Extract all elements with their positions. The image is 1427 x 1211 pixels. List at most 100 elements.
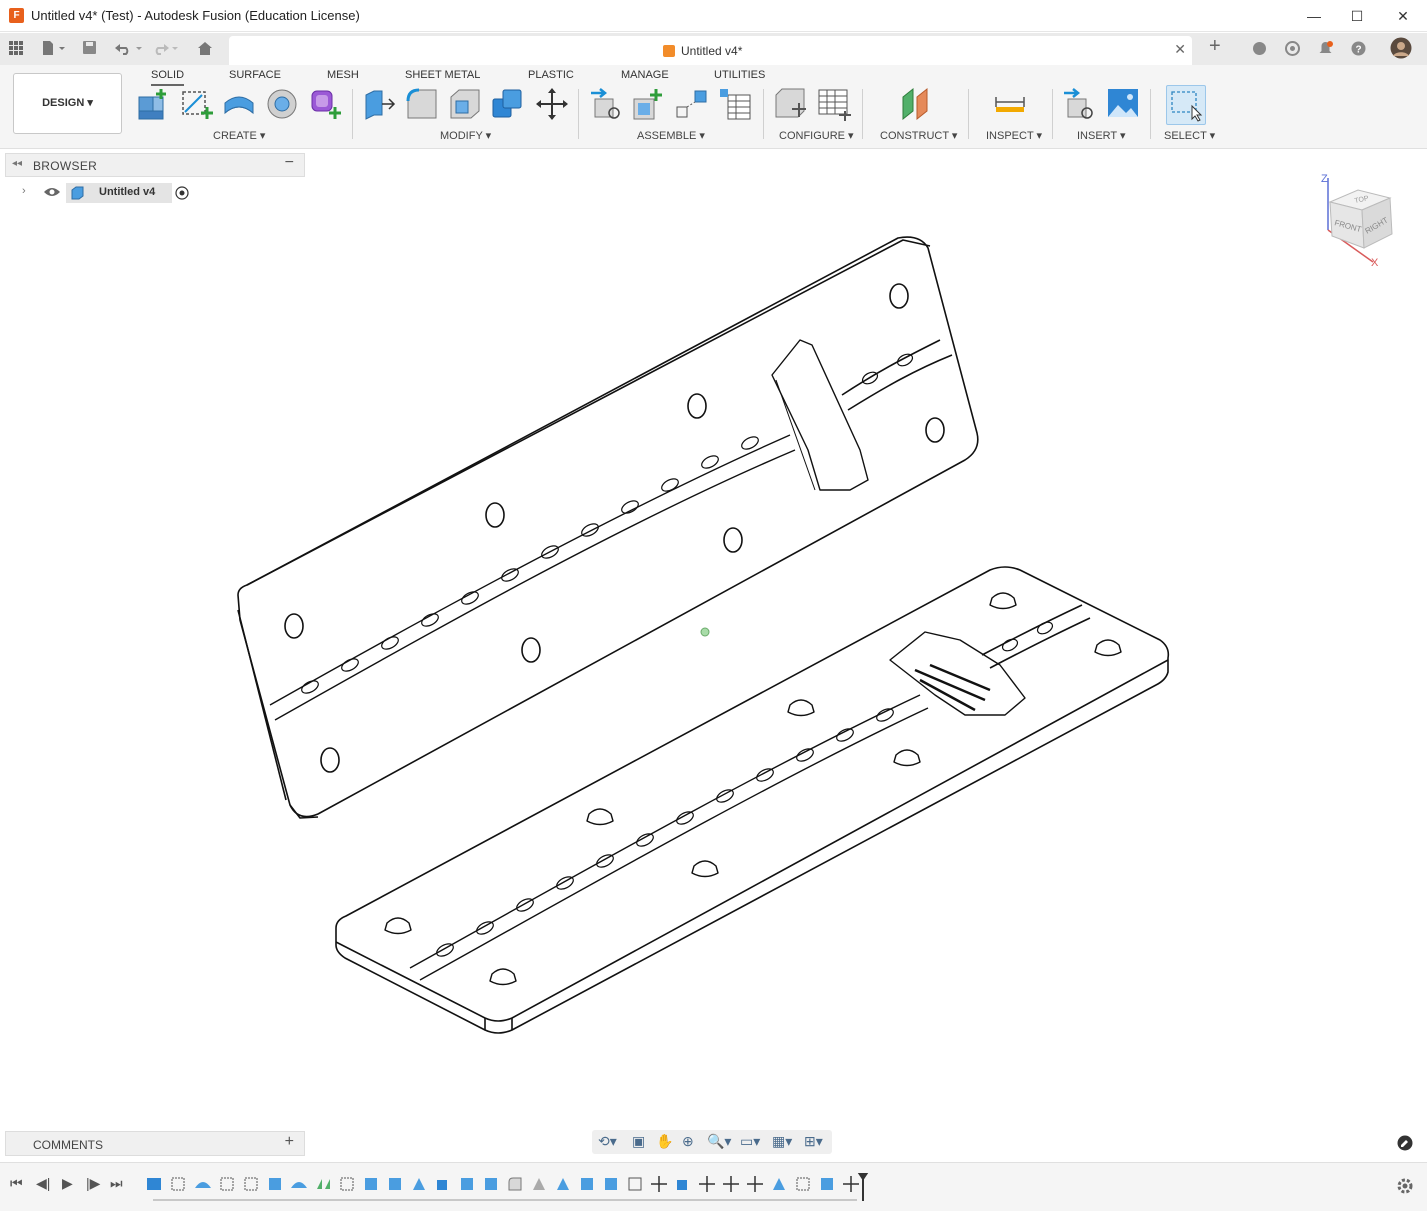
timeline-feature-icons[interactable] — [147, 1176, 859, 1192]
feature-body-icon[interactable] — [605, 1178, 617, 1190]
create-form-icon[interactable] — [308, 87, 342, 121]
tab-surface[interactable]: SURFACE — [229, 69, 281, 81]
feature-combine-icon[interactable] — [677, 1180, 687, 1190]
create-group-label[interactable]: CREATE ▾ — [213, 129, 265, 142]
configure-group-label[interactable]: CONFIGURE ▾ — [779, 129, 854, 142]
redo-icon[interactable] — [152, 40, 182, 56]
revolve-icon[interactable] — [265, 87, 299, 121]
orbit-icon[interactable]: ⟲▾ — [598, 1133, 617, 1150]
go-to-end-icon[interactable]: ⏭ — [110, 1175, 123, 1192]
combine-icon[interactable] — [491, 87, 525, 121]
tab-plastic[interactable]: PLASTIC — [528, 69, 574, 81]
notifications-icon[interactable] — [1318, 41, 1333, 56]
assemble-group-label[interactable]: ASSEMBLE ▾ — [637, 129, 705, 142]
offset-plane-icon[interactable] — [899, 87, 933, 121]
tab-sheet-metal[interactable]: SHEET METAL — [405, 69, 480, 81]
view-cube[interactable]: Z X TOP FRONT RIGHT — [1318, 170, 1408, 270]
feature-body-icon[interactable] — [389, 1178, 401, 1190]
feature-plane-icon[interactable] — [317, 1179, 330, 1189]
new-component-assemble-icon[interactable] — [632, 87, 666, 121]
comments-panel[interactable]: COMMENTS + — [5, 1131, 305, 1156]
zoom-icon[interactable]: ⊕ — [682, 1133, 694, 1150]
extrude-icon[interactable] — [222, 87, 256, 121]
shell-icon[interactable] — [448, 87, 482, 121]
joint-icon[interactable] — [675, 87, 709, 121]
feature-draft-icon[interactable] — [557, 1178, 569, 1190]
fit-icon[interactable]: 🔍▾ — [707, 1133, 731, 1150]
step-back-icon[interactable]: ◀| — [36, 1175, 50, 1192]
feature-canvas-icon[interactable] — [147, 1178, 161, 1190]
home-icon[interactable] — [197, 41, 213, 56]
feature-combine-icon[interactable] — [437, 1180, 447, 1190]
measure-icon[interactable] — [993, 87, 1027, 121]
timeline-marker[interactable] — [857, 1173, 869, 1201]
new-tab-plus-icon[interactable]: + — [1209, 35, 1221, 58]
save-icon[interactable] — [82, 40, 98, 56]
look-at-icon[interactable]: ▣ — [632, 1133, 645, 1150]
select-tool-button[interactable] — [1166, 85, 1206, 125]
feature-move-icon[interactable] — [843, 1176, 859, 1192]
close-tab-icon[interactable]: ✕ — [1174, 41, 1186, 58]
feature-move-icon[interactable] — [699, 1176, 715, 1192]
insert-derive-link-icon[interactable] — [1063, 87, 1097, 121]
configure-design-icon[interactable] — [774, 87, 808, 121]
feature-draft-icon[interactable] — [773, 1178, 785, 1190]
file-menu-icon[interactable] — [42, 40, 68, 56]
feature-move-icon[interactable] — [723, 1176, 739, 1192]
insert-group-label[interactable]: INSERT ▾ — [1077, 129, 1126, 142]
press-pull-icon[interactable] — [362, 87, 396, 121]
feature-sketch-icon[interactable] — [171, 1177, 185, 1191]
feature-draft-icon[interactable] — [413, 1178, 425, 1190]
mold-top-half[interactable] — [237, 236, 979, 819]
tab-solid[interactable]: SOLID — [151, 69, 185, 86]
feature-sketch-icon[interactable] — [340, 1177, 354, 1191]
maximize-button[interactable]: ☐ — [1337, 4, 1377, 28]
select-group-label[interactable]: SELECT ▾ — [1164, 129, 1215, 142]
feature-extrude-icon[interactable] — [291, 1182, 307, 1188]
timeline-features[interactable] — [145, 1173, 870, 1203]
mold-bottom-half[interactable] — [335, 566, 1170, 1034]
undo-icon[interactable] — [114, 40, 144, 56]
play-icon[interactable]: ▶ — [62, 1175, 73, 1192]
extensions-icon[interactable] — [1252, 41, 1267, 56]
feature-move-icon[interactable] — [747, 1176, 763, 1192]
tab-manage[interactable]: MANAGE — [621, 69, 669, 81]
document-tab[interactable]: Untitled v4* ✕ — [229, 36, 1192, 66]
modify-group-label[interactable]: MODIFY ▾ — [440, 129, 491, 142]
add-comment-icon[interactable]: + — [285, 1133, 294, 1151]
user-avatar[interactable] — [1390, 37, 1412, 59]
feature-fillet-icon[interactable] — [508, 1177, 522, 1191]
feedback-icon[interactable] — [1397, 1135, 1413, 1151]
viewports-icon[interactable]: ⊞▾ — [804, 1133, 823, 1150]
minimize-button[interactable]: — — [1294, 4, 1334, 28]
help-icon[interactable]: ? — [1351, 41, 1366, 56]
feature-body-icon[interactable] — [485, 1178, 497, 1190]
new-component-icon[interactable] — [137, 87, 171, 121]
workspace-switcher[interactable]: DESIGN ▾ — [13, 73, 122, 134]
data-panel-grid-icon[interactable] — [9, 41, 23, 55]
feature-move-icon[interactable] — [651, 1176, 667, 1192]
feature-shell-icon[interactable] — [628, 1177, 642, 1191]
feature-body-icon[interactable] — [581, 1178, 593, 1190]
inspect-group-label[interactable]: INSPECT ▾ — [986, 129, 1042, 142]
fillet-icon[interactable] — [405, 87, 439, 121]
tab-mesh[interactable]: MESH — [327, 69, 359, 81]
feature-sketch-icon[interactable] — [220, 1177, 234, 1191]
timeline-settings-gear-icon[interactable] — [1396, 1177, 1414, 1195]
feature-body-icon[interactable] — [365, 1178, 377, 1190]
move-copy-icon[interactable] — [535, 87, 569, 121]
feature-sketch-icon[interactable] — [244, 1177, 258, 1191]
construct-group-label[interactable]: CONSTRUCT ▾ — [880, 129, 957, 142]
step-forward-icon[interactable]: |▶ — [86, 1175, 100, 1192]
model-viewport[interactable] — [0, 150, 1427, 1125]
create-sketch-icon[interactable] — [180, 87, 214, 121]
insert-derive-icon[interactable] — [590, 87, 624, 121]
bill-of-materials-icon[interactable] — [718, 87, 752, 121]
feature-draft-icon[interactable] — [533, 1178, 545, 1190]
configuration-table-icon[interactable] — [817, 87, 851, 121]
tab-utilities[interactable]: UTILITIES — [714, 69, 765, 81]
feature-sketch-icon[interactable] — [796, 1177, 810, 1191]
grid-settings-icon[interactable]: ▦▾ — [772, 1133, 792, 1150]
feature-body-icon[interactable] — [821, 1178, 833, 1190]
feature-body-icon[interactable] — [269, 1178, 281, 1190]
